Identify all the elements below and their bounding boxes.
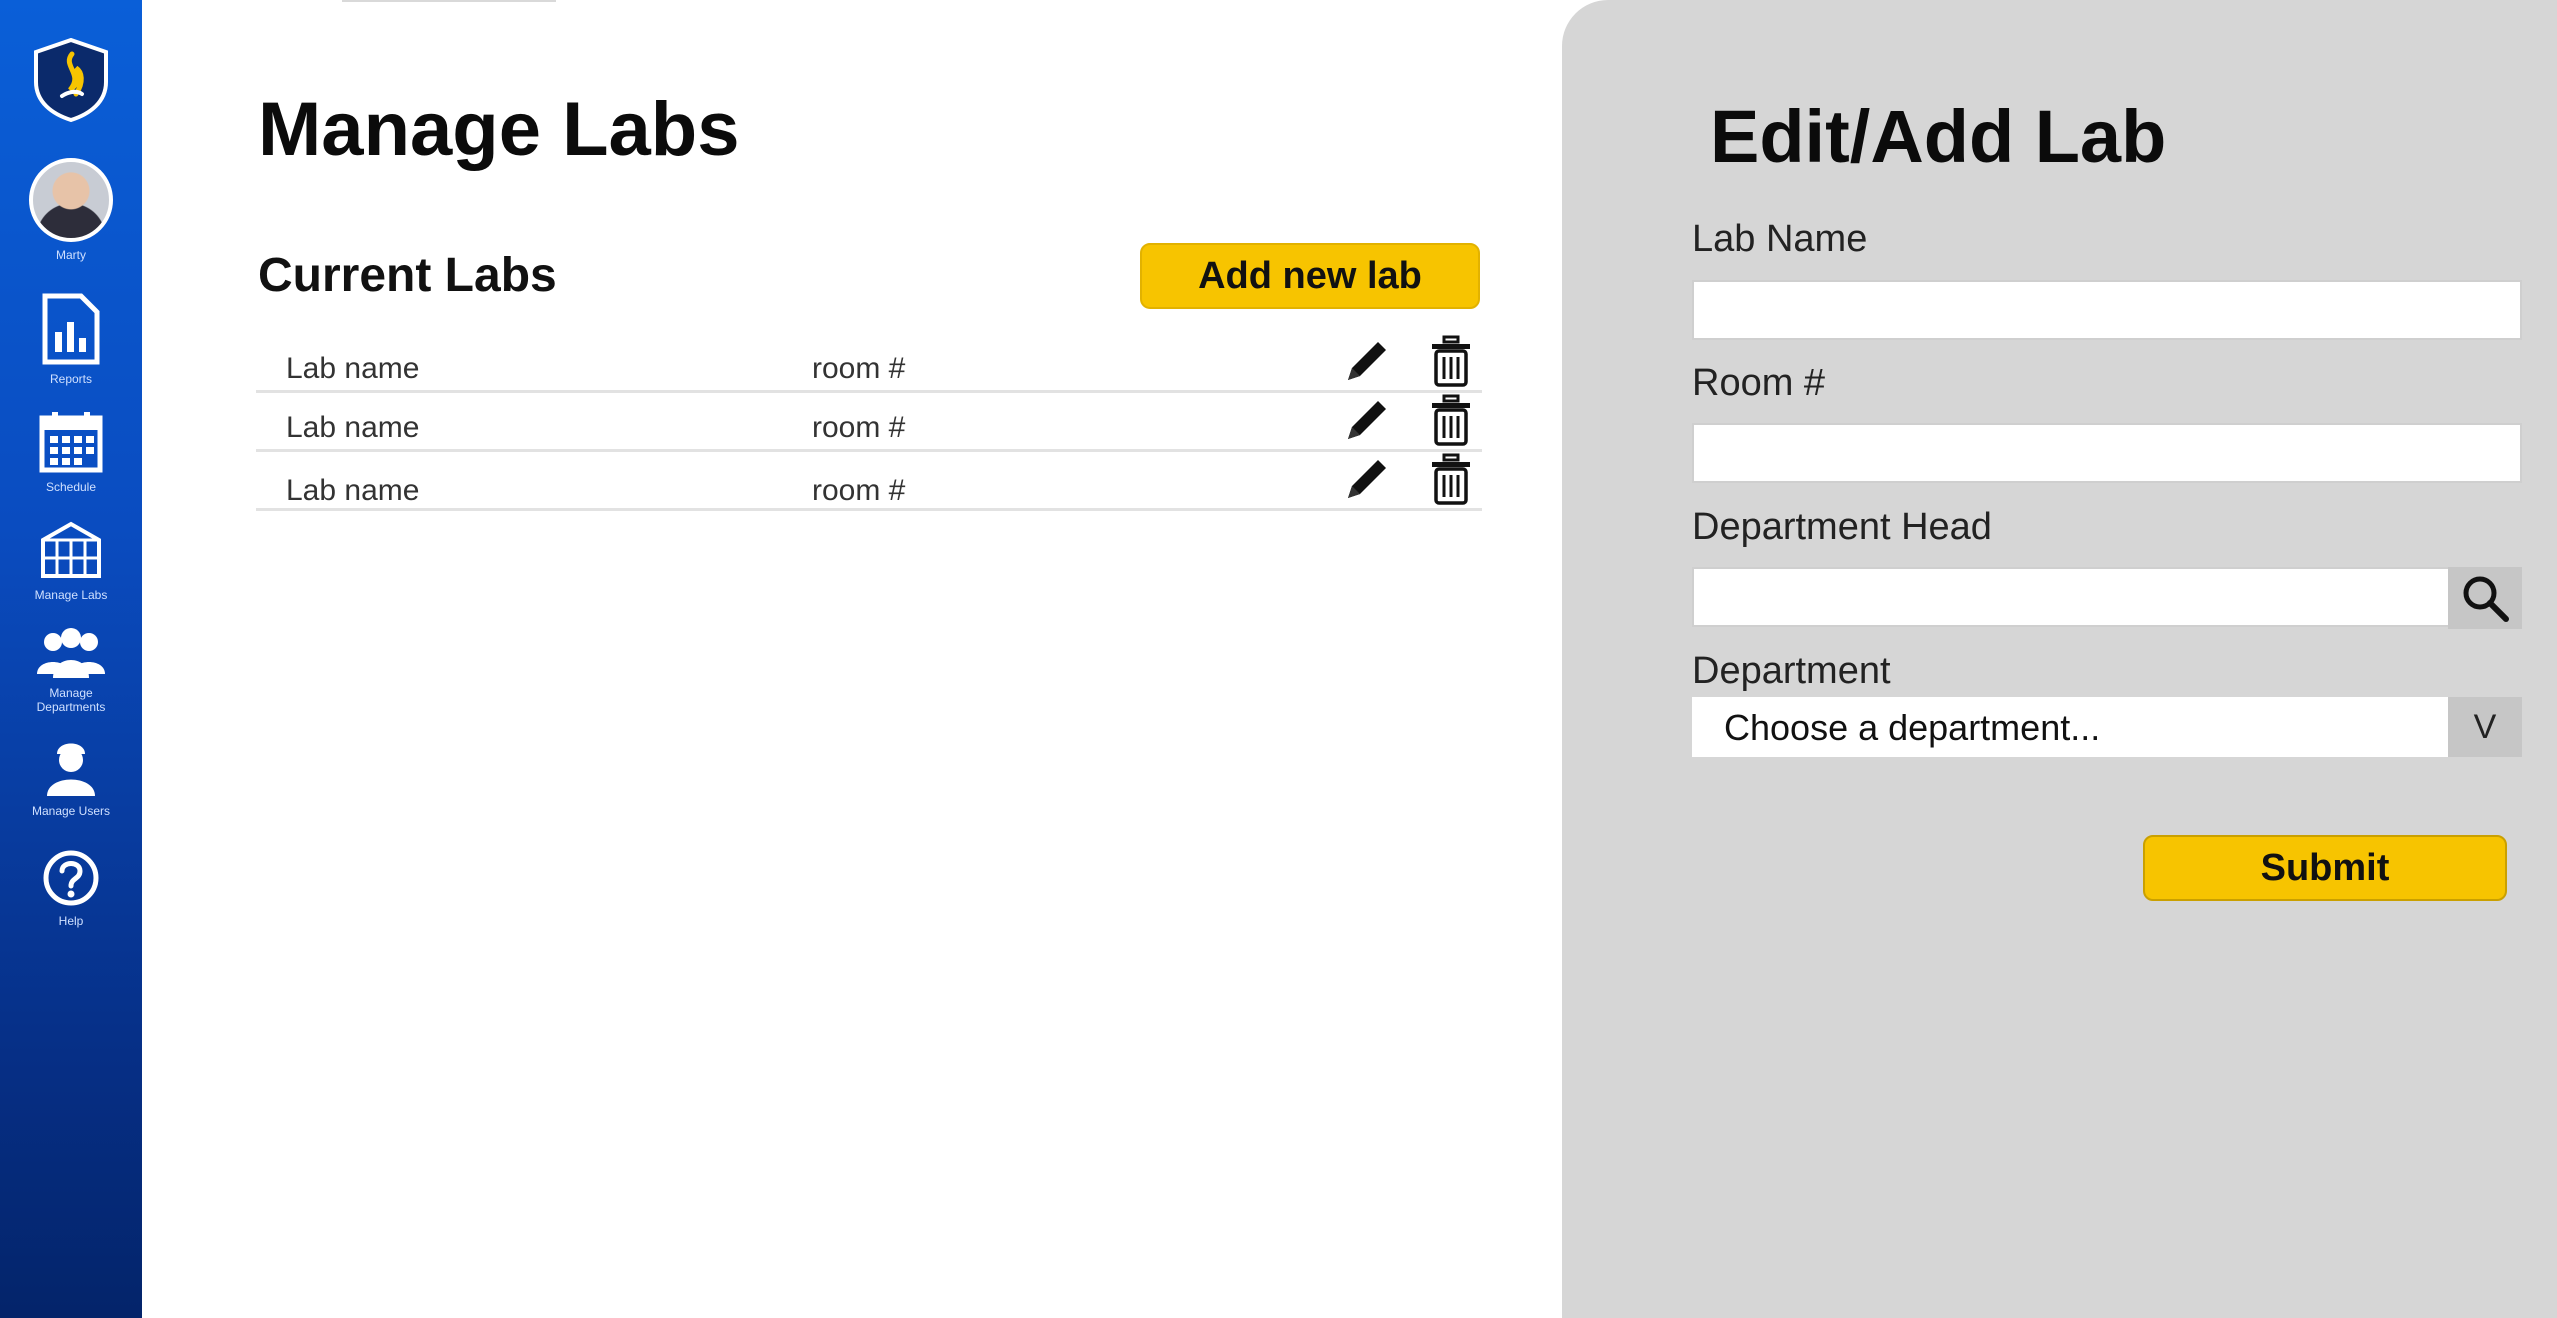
labs-list: Lab name room # Lab name room # Lab name… bbox=[256, 334, 1482, 511]
chevron-down-icon[interactable]: V bbox=[2448, 697, 2522, 757]
top-tab-indicator bbox=[342, 0, 556, 2]
sidebar-item-help[interactable]: Help bbox=[0, 848, 142, 928]
shield-logo-icon bbox=[34, 37, 108, 123]
user-name: Marty bbox=[56, 248, 86, 262]
list-item[interactable]: Lab name room # bbox=[256, 393, 1482, 452]
sidebar-item-label: Reports bbox=[49, 372, 93, 386]
sidebar: Marty Reports Schedule Manage Labs Manag… bbox=[0, 0, 142, 1318]
sidebar-item-label: Manage Users bbox=[31, 804, 111, 818]
help-icon bbox=[43, 850, 99, 906]
user-icon bbox=[47, 743, 95, 796]
sidebar-item-manage-departments[interactable]: Manage Departments bbox=[0, 628, 142, 714]
list-item[interactable]: Lab name room # bbox=[256, 334, 1482, 393]
search-icon bbox=[2463, 576, 2509, 622]
sidebar-item-schedule[interactable]: Schedule bbox=[0, 410, 142, 494]
sidebar-item-reports[interactable]: Reports bbox=[0, 292, 142, 386]
user-profile[interactable]: Marty bbox=[0, 158, 142, 262]
people-group-icon bbox=[37, 628, 105, 678]
section-title: Current Labs bbox=[258, 249, 557, 302]
sidebar-item-label: Manage Labs bbox=[34, 588, 108, 602]
submit-button[interactable]: Submit bbox=[2143, 835, 2507, 901]
department-head-label: Department Head bbox=[1692, 506, 1992, 548]
lab-room: room # bbox=[812, 474, 906, 507]
trash-icon[interactable] bbox=[1426, 452, 1476, 508]
lab-room: room # bbox=[812, 411, 906, 444]
trash-icon[interactable] bbox=[1426, 393, 1476, 449]
lab-name: Lab name bbox=[286, 474, 420, 507]
page-title: Manage Labs bbox=[258, 87, 740, 172]
lab-name: Lab name bbox=[286, 352, 420, 385]
search-button[interactable] bbox=[2448, 567, 2522, 629]
sidebar-item-manage-labs[interactable]: Manage Labs bbox=[0, 520, 142, 602]
pencil-icon[interactable] bbox=[1338, 452, 1394, 508]
lab-building-icon bbox=[41, 521, 101, 578]
room-input[interactable] bbox=[1692, 423, 2522, 483]
calendar-icon bbox=[39, 412, 103, 473]
department-head-input[interactable] bbox=[1692, 567, 2450, 627]
app-logo[interactable] bbox=[0, 37, 142, 127]
add-new-lab-button[interactable]: Add new lab bbox=[1140, 243, 1480, 309]
lab-name-label: Lab Name bbox=[1692, 218, 1868, 260]
sidebar-item-manage-users[interactable]: Manage Users bbox=[0, 738, 142, 818]
lab-name-input[interactable] bbox=[1692, 280, 2522, 340]
report-chart-icon bbox=[42, 293, 100, 365]
sidebar-item-label: Schedule bbox=[45, 480, 97, 494]
list-item[interactable]: Lab name room # bbox=[256, 452, 1482, 511]
avatar bbox=[29, 158, 113, 242]
room-label: Room # bbox=[1692, 362, 1826, 404]
panel-title: Edit/Add Lab bbox=[1710, 95, 2167, 178]
pencil-icon[interactable] bbox=[1338, 334, 1394, 390]
department-select[interactable]: Choose a department... V bbox=[1692, 697, 2522, 757]
lab-room: room # bbox=[812, 352, 906, 385]
department-label: Department bbox=[1692, 650, 1891, 692]
lab-name: Lab name bbox=[286, 411, 420, 444]
sidebar-item-label: Manage Departments bbox=[36, 686, 106, 714]
department-selected-value: Choose a department... bbox=[1724, 707, 2101, 748]
pencil-icon[interactable] bbox=[1338, 393, 1394, 449]
trash-icon[interactable] bbox=[1426, 334, 1476, 390]
sidebar-item-label: Help bbox=[58, 914, 84, 928]
